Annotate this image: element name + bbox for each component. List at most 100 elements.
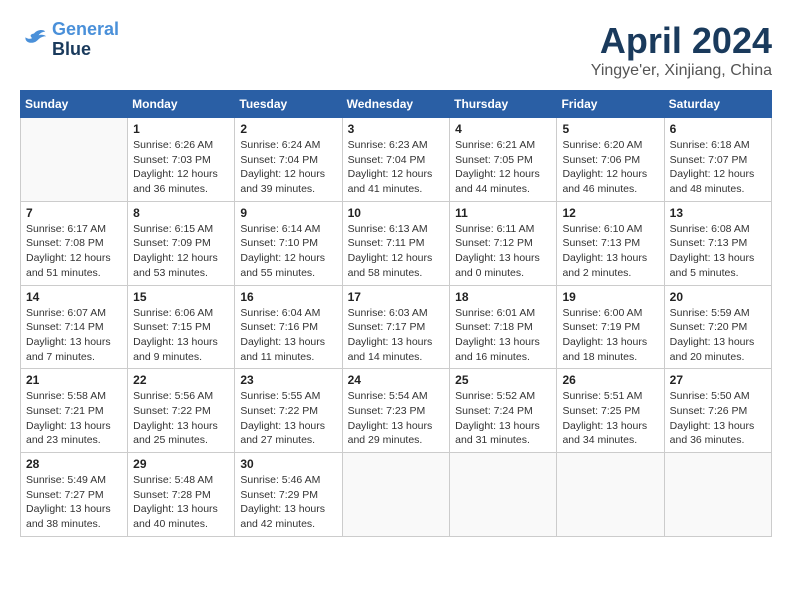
weekday-header-tuesday: Tuesday — [235, 91, 342, 118]
day-number: 2 — [240, 122, 336, 136]
calendar-cell: 1 Sunrise: 6:26 AMSunset: 7:03 PMDaylight… — [128, 118, 235, 202]
day-info: Sunrise: 5:55 AMSunset: 7:22 PMDaylight:… — [240, 389, 336, 448]
day-number: 28 — [26, 457, 122, 471]
week-row-2: 7 Sunrise: 6:17 AMSunset: 7:08 PMDaylight… — [21, 201, 772, 285]
day-number: 27 — [670, 373, 766, 387]
day-number: 25 — [455, 373, 551, 387]
day-number: 4 — [455, 122, 551, 136]
day-info: Sunrise: 6:07 AMSunset: 7:14 PMDaylight:… — [26, 306, 122, 365]
day-number: 15 — [133, 290, 229, 304]
day-number: 3 — [348, 122, 445, 136]
day-info: Sunrise: 6:01 AMSunset: 7:18 PMDaylight:… — [455, 306, 551, 365]
calendar-cell: 27 Sunrise: 5:50 AMSunset: 7:26 PMDayligh… — [664, 369, 771, 453]
day-number: 17 — [348, 290, 445, 304]
day-info: Sunrise: 6:03 AMSunset: 7:17 PMDaylight:… — [348, 306, 445, 365]
day-info: Sunrise: 6:18 AMSunset: 7:07 PMDaylight:… — [670, 138, 766, 197]
day-number: 6 — [670, 122, 766, 136]
day-info: Sunrise: 6:08 AMSunset: 7:13 PMDaylight:… — [670, 222, 766, 281]
day-info: Sunrise: 6:04 AMSunset: 7:16 PMDaylight:… — [240, 306, 336, 365]
weekday-header-sunday: Sunday — [21, 91, 128, 118]
calendar-cell: 4 Sunrise: 6:21 AMSunset: 7:05 PMDaylight… — [450, 118, 557, 202]
day-info: Sunrise: 6:20 AMSunset: 7:06 PMDaylight:… — [562, 138, 658, 197]
calendar-cell: 8Sunrise: 6:15 AMSunset: 7:09 PMDaylight… — [128, 201, 235, 285]
calendar-cell: 10 Sunrise: 6:13 AMSunset: 7:11 PMDayligh… — [342, 201, 450, 285]
calendar-cell: 18 Sunrise: 6:01 AMSunset: 7:18 PMDayligh… — [450, 285, 557, 369]
day-info: Sunrise: 6:00 AMSunset: 7:19 PMDaylight:… — [562, 306, 658, 365]
day-number: 26 — [562, 373, 658, 387]
day-info: Sunrise: 5:50 AMSunset: 7:26 PMDaylight:… — [670, 389, 766, 448]
logo: General Blue — [20, 20, 119, 60]
page-header: General Blue April 2024 Yingye'er, Xinji… — [20, 20, 772, 80]
day-info: Sunrise: 6:23 AMSunset: 7:04 PMDaylight:… — [348, 138, 445, 197]
calendar-cell: 11Sunrise: 6:11 AMSunset: 7:12 PMDayligh… — [450, 201, 557, 285]
day-info: Sunrise: 6:14 AMSunset: 7:10 PMDaylight:… — [240, 222, 336, 281]
calendar-cell — [664, 453, 771, 537]
day-number: 24 — [348, 373, 445, 387]
day-number: 1 — [133, 122, 229, 136]
calendar-cell: 14 Sunrise: 6:07 AMSunset: 7:14 PMDayligh… — [21, 285, 128, 369]
calendar-cell: 24 Sunrise: 5:54 AMSunset: 7:23 PMDayligh… — [342, 369, 450, 453]
day-number: 7 — [26, 206, 122, 220]
day-info: Sunrise: 5:56 AMSunset: 7:22 PMDaylight:… — [133, 389, 229, 448]
weekday-header-monday: Monday — [128, 91, 235, 118]
weekday-header-thursday: Thursday — [450, 91, 557, 118]
day-number: 12 — [562, 206, 658, 220]
month-title: April 2024 — [591, 20, 772, 62]
day-info: Sunrise: 5:54 AMSunset: 7:23 PMDaylight:… — [348, 389, 445, 448]
day-info: Sunrise: 6:13 AMSunset: 7:11 PMDaylight:… — [348, 222, 445, 281]
calendar-cell: 15 Sunrise: 6:06 AMSunset: 7:15 PMDayligh… — [128, 285, 235, 369]
title-block: April 2024 Yingye'er, Xinjiang, China — [591, 20, 772, 80]
day-number: 19 — [562, 290, 658, 304]
day-number: 29 — [133, 457, 229, 471]
calendar-cell: 20Sunrise: 5:59 AMSunset: 7:20 PMDayligh… — [664, 285, 771, 369]
day-number: 10 — [348, 206, 445, 220]
day-number: 18 — [455, 290, 551, 304]
calendar-cell: 21 Sunrise: 5:58 AMSunset: 7:21 PMDayligh… — [21, 369, 128, 453]
day-number: 21 — [26, 373, 122, 387]
day-info: Sunrise: 5:58 AMSunset: 7:21 PMDaylight:… — [26, 389, 122, 448]
calendar-cell: 22 Sunrise: 5:56 AMSunset: 7:22 PMDayligh… — [128, 369, 235, 453]
week-row-5: 28Sunrise: 5:49 AMSunset: 7:27 PMDayligh… — [21, 453, 772, 537]
day-number: 9 — [240, 206, 336, 220]
day-number: 8 — [133, 206, 229, 220]
day-info: Sunrise: 5:51 AMSunset: 7:25 PMDaylight:… — [562, 389, 658, 448]
day-info: Sunrise: 6:24 AMSunset: 7:04 PMDaylight:… — [240, 138, 336, 197]
day-number: 14 — [26, 290, 122, 304]
weekday-header-row: SundayMondayTuesdayWednesdayThursdayFrid… — [21, 91, 772, 118]
calendar-cell: 16 Sunrise: 6:04 AMSunset: 7:16 PMDayligh… — [235, 285, 342, 369]
calendar-cell: 26 Sunrise: 5:51 AMSunset: 7:25 PMDayligh… — [557, 369, 664, 453]
day-info: Sunrise: 5:52 AMSunset: 7:24 PMDaylight:… — [455, 389, 551, 448]
calendar-cell: 13 Sunrise: 6:08 AMSunset: 7:13 PMDayligh… — [664, 201, 771, 285]
day-number: 22 — [133, 373, 229, 387]
calendar-cell — [21, 118, 128, 202]
day-info: Sunrise: 6:11 AMSunset: 7:12 PMDaylight:… — [455, 222, 551, 281]
calendar-cell — [557, 453, 664, 537]
week-row-3: 14 Sunrise: 6:07 AMSunset: 7:14 PMDayligh… — [21, 285, 772, 369]
calendar-cell: 30Sunrise: 5:46 AMSunset: 7:29 PMDayligh… — [235, 453, 342, 537]
day-info: Sunrise: 6:26 AMSunset: 7:03 PMDaylight:… — [133, 138, 229, 197]
day-number: 20 — [670, 290, 766, 304]
day-info: Sunrise: 6:17 AMSunset: 7:08 PMDaylight:… — [26, 222, 122, 281]
calendar-cell: 19 Sunrise: 6:00 AMSunset: 7:19 PMDayligh… — [557, 285, 664, 369]
week-row-1: 1 Sunrise: 6:26 AMSunset: 7:03 PMDaylight… — [21, 118, 772, 202]
calendar-cell: 17 Sunrise: 6:03 AMSunset: 7:17 PMDayligh… — [342, 285, 450, 369]
calendar-cell — [342, 453, 450, 537]
day-number: 5 — [562, 122, 658, 136]
calendar-cell: 6 Sunrise: 6:18 AMSunset: 7:07 PMDaylight… — [664, 118, 771, 202]
day-number: 23 — [240, 373, 336, 387]
week-row-4: 21 Sunrise: 5:58 AMSunset: 7:21 PMDayligh… — [21, 369, 772, 453]
day-number: 16 — [240, 290, 336, 304]
logo-icon — [20, 26, 48, 54]
day-info: Sunrise: 6:21 AMSunset: 7:05 PMDaylight:… — [455, 138, 551, 197]
calendar-cell: 25 Sunrise: 5:52 AMSunset: 7:24 PMDayligh… — [450, 369, 557, 453]
day-number: 30 — [240, 457, 336, 471]
logo-text: General Blue — [52, 20, 119, 60]
calendar-cell: 23 Sunrise: 5:55 AMSunset: 7:22 PMDayligh… — [235, 369, 342, 453]
calendar-cell: 12Sunrise: 6:10 AMSunset: 7:13 PMDayligh… — [557, 201, 664, 285]
calendar-cell: 9 Sunrise: 6:14 AMSunset: 7:10 PMDaylight… — [235, 201, 342, 285]
weekday-header-wednesday: Wednesday — [342, 91, 450, 118]
day-number: 13 — [670, 206, 766, 220]
calendar-cell: 29Sunrise: 5:48 AMSunset: 7:28 PMDayligh… — [128, 453, 235, 537]
day-info: Sunrise: 6:06 AMSunset: 7:15 PMDaylight:… — [133, 306, 229, 365]
location: Yingye'er, Xinjiang, China — [591, 62, 772, 80]
